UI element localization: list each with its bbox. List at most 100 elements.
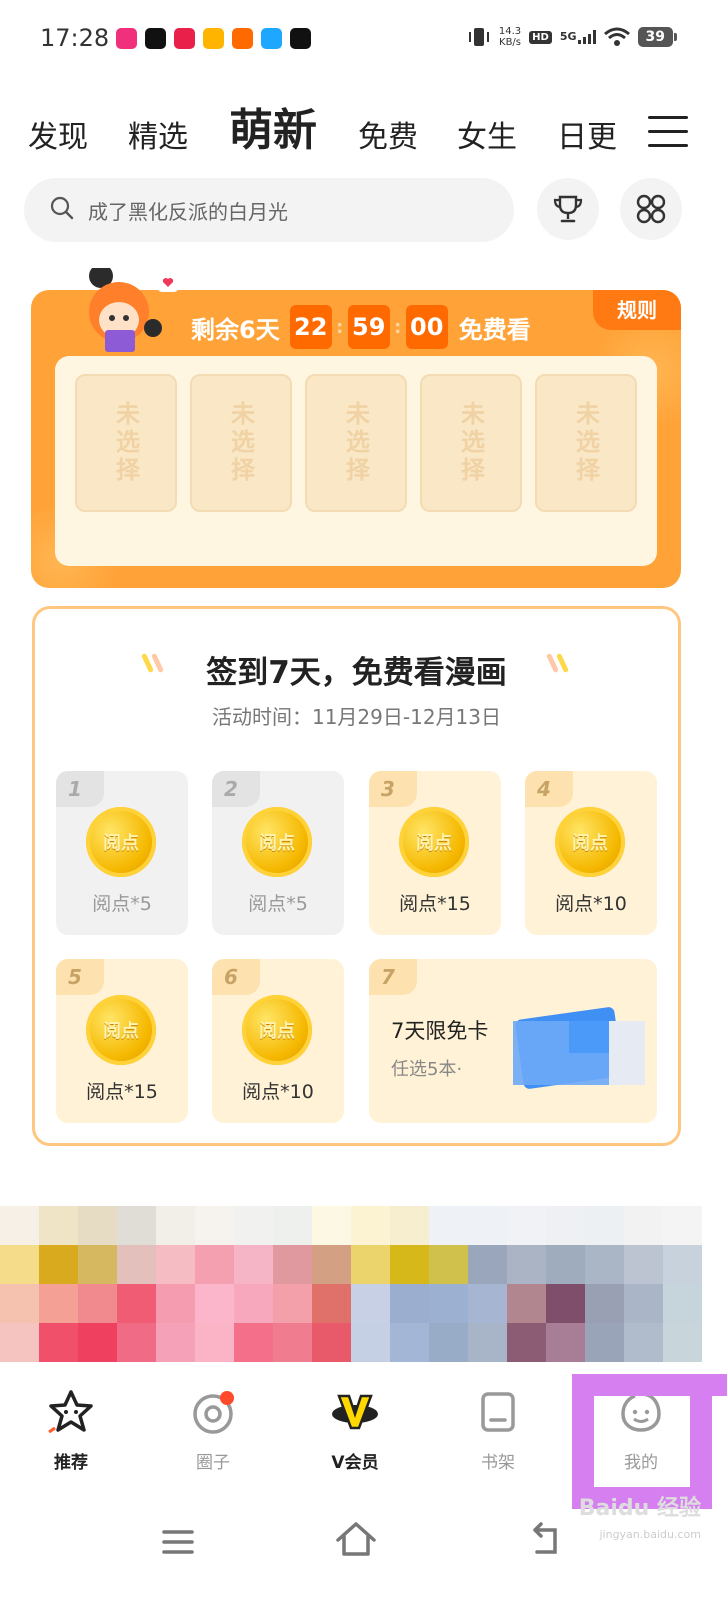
nav-label: 书架 <box>481 1453 515 1473</box>
sign-in-title: 签到7天，免费看漫画 <box>206 655 507 691</box>
nav-bookshelf[interactable]: 书架 <box>448 1388 548 1473</box>
nav-label: 圈子 <box>196 1453 230 1473</box>
mosaic-cell <box>312 1284 351 1323</box>
app-notification-icon <box>145 28 166 49</box>
trophy-button[interactable] <box>537 178 599 240</box>
mosaic-cell <box>468 1245 507 1284</box>
mosaic-cell <box>468 1323 507 1362</box>
mosaic-cell <box>585 1284 624 1323</box>
free-view-card: 规则 剩余6天 22 : 59 : 00 免费看 未选择 未选择 未选择 未选择… <box>31 268 681 588</box>
slot-label: 未选择 <box>571 401 600 485</box>
menu-lines-icon[interactable] <box>148 1510 208 1570</box>
tab-discover[interactable]: 发现 <box>28 112 88 156</box>
mosaic-cell <box>312 1323 351 1362</box>
coin-icon: 阅点 <box>555 807 625 877</box>
comic-slot[interactable]: 未选择 <box>305 374 407 512</box>
comic-slot[interactable]: 未选择 <box>75 374 177 512</box>
baidu-watermark: Baidu 经验 jingyan.baidu.com <box>579 1496 701 1548</box>
menu-icon[interactable] <box>648 116 688 150</box>
mosaic-cell <box>273 1245 312 1284</box>
mosaic-cell <box>234 1284 273 1323</box>
mosaic-cell <box>0 1323 39 1362</box>
star-face-icon <box>48 1390 93 1434</box>
coin-label: 阅点 <box>572 833 608 854</box>
mosaic-cell <box>585 1206 624 1245</box>
countdown-prefix: 剩余6天 <box>191 315 280 344</box>
coin-label: 阅点 <box>416 833 452 854</box>
sign-in-day-5[interactable]: 5 阅点 阅点*15 <box>56 959 188 1123</box>
mosaic-cell <box>117 1245 156 1284</box>
signal-indicator: 5G <box>560 30 596 44</box>
sparkle-icon <box>544 652 572 677</box>
nav-vip[interactable]: V会员 <box>305 1388 405 1473</box>
coin-label: 阅点 <box>259 1021 295 1042</box>
mosaic-cell <box>663 1284 702 1323</box>
mosaic-cell <box>156 1284 195 1323</box>
search-bar[interactable]: 成了黑化反派的白月光 <box>24 178 514 242</box>
mosaic-cell <box>585 1245 624 1284</box>
watermark-text: Baidu 经验 <box>578 1496 701 1521</box>
mosaic-cell <box>351 1245 390 1284</box>
mosaic-cell <box>351 1284 390 1323</box>
countdown-suffix: 免费看 <box>458 315 531 344</box>
free-card-reward: 7天限免卡 <box>391 1019 489 1043</box>
sign-in-day-2[interactable]: 2 阅点 阅点*5 <box>212 771 344 935</box>
tab-daily[interactable]: 日更 <box>557 112 617 156</box>
comic-slot[interactable]: 未选择 <box>190 374 292 512</box>
category-tabs: 发现 精选 萌新 免费 女生 日更 <box>28 100 688 170</box>
coin-icon: 阅点 <box>242 807 312 877</box>
mosaic-cell <box>234 1245 273 1284</box>
nav-recommend[interactable]: 推荐 <box>21 1388 121 1473</box>
trophy-icon <box>553 195 583 223</box>
mosaic-cell <box>156 1245 195 1284</box>
home-icon[interactable] <box>326 1510 386 1570</box>
rules-button[interactable]: 规则 <box>593 290 681 330</box>
mosaic-cell <box>390 1323 429 1362</box>
mosaic-cell <box>195 1284 234 1323</box>
mosaic-cell <box>585 1323 624 1362</box>
mosaic-cell <box>663 1206 702 1245</box>
mosaic-cell <box>234 1206 273 1245</box>
mosaic-cell <box>78 1206 117 1245</box>
slot-label: 未选择 <box>341 401 370 485</box>
nav-label: V会员 <box>331 1453 379 1473</box>
sign-in-day-7[interactable]: 7 7天限免卡 任选5本· <box>369 959 657 1123</box>
comic-slot[interactable]: 未选择 <box>420 374 522 512</box>
mosaic-cell <box>468 1206 507 1245</box>
signal-label: 5G <box>559 30 577 43</box>
slot-label: 未选择 <box>226 401 255 485</box>
signal-icon <box>577 30 596 44</box>
sign-in-day-4[interactable]: 4 阅点 阅点*10 <box>525 771 657 935</box>
mascot-illustration <box>89 268 179 352</box>
sign-in-day-1[interactable]: 1 阅点 阅点*5 <box>56 771 188 935</box>
countdown: 剩余6天 22 : 59 : 00 免费看 <box>191 304 531 350</box>
mosaic-cell <box>195 1206 234 1245</box>
tab-free[interactable]: 免费 <box>358 112 418 156</box>
recommendation-mosaic[interactable] <box>0 1206 702 1362</box>
back-icon[interactable] <box>515 1510 575 1570</box>
search-input[interactable]: 成了黑化反派的白月光 <box>88 196 288 225</box>
mosaic-cell <box>273 1323 312 1362</box>
tab-newbie[interactable]: 萌新 <box>229 94 317 158</box>
slot-label: 未选择 <box>456 401 485 485</box>
status-right: 14.3 KB/s HD 5G 39 <box>467 26 678 48</box>
comic-slot[interactable]: 未选择 <box>535 374 637 512</box>
coin-icon: 阅点 <box>242 995 312 1065</box>
day-number: 3 <box>369 771 417 807</box>
day-reward: 阅点*15 <box>86 1081 158 1103</box>
mosaic-cell <box>390 1206 429 1245</box>
battery-indicator: 39 <box>637 27 678 47</box>
mosaic-cell <box>273 1206 312 1245</box>
sign-in-day-6[interactable]: 6 阅点 阅点*10 <box>212 959 344 1123</box>
mosaic-cell <box>78 1323 117 1362</box>
coin-icon: 阅点 <box>86 995 156 1065</box>
coin-label: 阅点 <box>103 1021 139 1042</box>
nav-circle[interactable]: 圈子 <box>163 1388 263 1473</box>
apps-button[interactable] <box>620 178 682 240</box>
sign-in-day-3[interactable]: 3 阅点 阅点*15 <box>369 771 501 935</box>
tab-featured[interactable]: 精选 <box>128 112 188 156</box>
mosaic-cell <box>468 1284 507 1323</box>
mosaic-cell <box>39 1323 78 1362</box>
coin-icon: 阅点 <box>86 807 156 877</box>
tab-female[interactable]: 女生 <box>457 112 517 156</box>
